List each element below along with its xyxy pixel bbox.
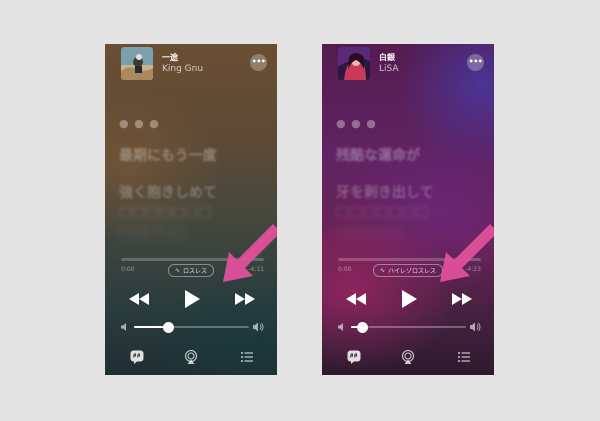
fast-forward-icon [235,293,255,305]
album-art[interactable] [338,47,370,80]
lyrics-interlude-dots: ● ● ● [119,117,160,130]
ellipsis-icon: ••• [468,57,483,66]
song-title: 白銀 [379,53,395,62]
speaker-high-icon [253,322,264,332]
play-icon [402,290,417,308]
speaker-low-icon [121,323,126,331]
waveform-icon: ∿ [174,267,181,274]
lyric-line[interactable]: □□□□□ [119,224,185,240]
transport-controls [322,289,494,309]
quality-label: ハイレゾロスレス [388,268,436,275]
queue-list-icon [458,352,470,362]
lyric-line[interactable]: 牙を剥き出して [336,182,434,202]
speaker-high-icon [470,322,481,332]
pointer-arrow-icon [223,224,277,282]
speaker-low-icon [338,323,343,331]
more-options-button[interactable]: ••• [467,54,484,71]
lyric-line[interactable]: 強く抱きしめて [119,182,217,202]
lyric-line[interactable]: 最期にもう一度 [119,145,217,165]
elapsed-time: 0:00 [338,266,352,273]
play-button[interactable] [181,289,203,309]
next-button[interactable] [450,289,474,309]
play-button[interactable] [398,289,420,309]
pointer-arrow-icon [440,224,494,282]
elapsed-time: 0:00 [121,266,135,273]
lyrics-icon [347,350,361,364]
lyric-line[interactable]: □□□□□ [336,224,402,240]
airplay-button[interactable] [400,349,416,365]
player-screen-left: 一途 King Gnu ••• ● ● ● 最期にもう一度 強く抱きしめて □□… [105,44,277,375]
lyrics-button[interactable] [346,349,362,365]
lyric-line[interactable]: □□□□□□□ [336,204,429,220]
artist-name[interactable]: King Gnu [162,64,203,74]
album-art[interactable] [121,47,153,80]
volume-control [121,322,264,333]
volume-control [338,322,481,333]
lyrics-interlude-dots: ● ● ● [336,117,377,130]
lyrics-button[interactable] [129,349,145,365]
artist-name[interactable]: LiSA [379,64,399,74]
fast-forward-icon [452,293,472,305]
volume-slider[interactable] [351,322,466,333]
lyrics-icon [130,350,144,364]
airplay-button[interactable] [183,349,199,365]
player-screen-right: 白銀 LiSA ••• ● ● ● 残酷な運命が 牙を剥き出して □□□□□□□… [322,44,494,375]
queue-button[interactable] [456,349,472,365]
previous-button[interactable] [344,289,368,309]
play-icon [185,290,200,308]
rewind-icon [129,293,149,305]
bottom-toolbar [105,349,277,365]
volume-slider[interactable] [134,322,249,333]
waveform-icon: ∿ [380,267,386,274]
rewind-icon [346,293,366,305]
transport-controls [105,289,277,309]
queue-button[interactable] [239,349,255,365]
quality-label: ロスレス [183,268,208,275]
more-options-button[interactable]: ••• [250,54,267,71]
song-title: 一途 [162,53,178,62]
ellipsis-icon: ••• [251,57,266,66]
bottom-toolbar [322,349,494,365]
airplay-icon [184,350,198,364]
airplay-icon [401,350,415,364]
queue-list-icon [241,352,253,362]
volume-knob[interactable] [357,322,368,333]
lyric-line[interactable]: 残酷な運命が [336,145,420,165]
previous-button[interactable] [127,289,151,309]
volume-knob[interactable] [163,322,174,333]
lossless-badge[interactable]: ∿ ロスレス [167,264,215,277]
next-button[interactable] [233,289,257,309]
lyric-line[interactable]: □□□□□□□ [119,204,212,220]
